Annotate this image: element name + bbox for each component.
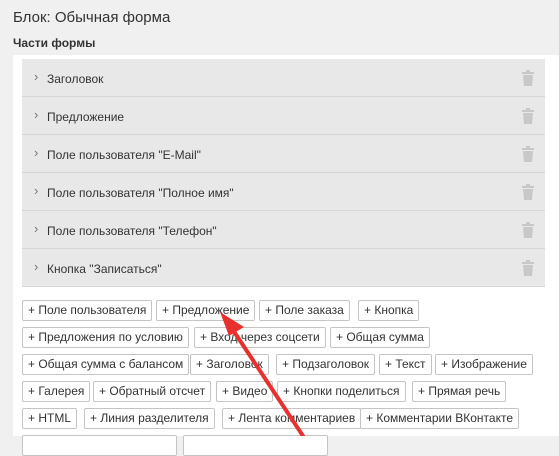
add-text-button[interactable]: + Текст [379, 354, 432, 375]
add-offer-button[interactable]: + Предложение [156, 300, 256, 321]
add-conditional-offers-button[interactable]: + Предложения по условию [22, 327, 189, 348]
chevron-right-icon[interactable]: › [34, 146, 38, 160]
chevron-right-icon[interactable]: › [34, 260, 38, 274]
add-total-sum-button[interactable]: + Общая сумма [330, 327, 430, 348]
form-part-label: Поле пользователя "Полное имя" [47, 186, 234, 200]
add-image-button[interactable]: + Изображение [435, 354, 533, 375]
add-social-login-button[interactable]: + Вход через соцсети [194, 327, 326, 348]
add-part-button[interactable] [22, 435, 177, 456]
form-part-phone[interactable]: › Поле пользователя "Телефон" [22, 211, 545, 249]
add-video-button[interactable]: + Видео [216, 381, 274, 402]
add-countdown-button[interactable]: + Обратный отсчет [93, 381, 212, 402]
chevron-right-icon[interactable]: › [34, 108, 38, 122]
chevron-right-icon[interactable]: › [34, 70, 38, 84]
add-user-field-button[interactable]: + Поле пользователя [22, 300, 153, 321]
form-part-label: Кнопка "Записаться" [47, 262, 162, 276]
add-quote-button[interactable]: + Прямая речь [412, 381, 507, 402]
form-part-full-name[interactable]: › Поле пользователя "Полное имя" [22, 173, 545, 211]
add-gallery-button[interactable]: + Галерея [22, 381, 91, 402]
form-parts-panel: › Заголовок › Предложение › Поле пользов… [13, 55, 559, 456]
chevron-right-icon[interactable]: › [34, 184, 38, 198]
form-part-label: Заголовок [47, 72, 104, 86]
add-heading-button[interactable]: + Заголовок [190, 354, 269, 375]
form-part-offer[interactable]: › Предложение [22, 97, 545, 135]
add-order-field-button[interactable]: + Поле заказа [259, 300, 350, 321]
trash-icon[interactable] [521, 146, 535, 162]
trash-icon[interactable] [521, 222, 535, 238]
trash-icon[interactable] [521, 108, 535, 124]
form-part-title[interactable]: › Заголовок [22, 59, 545, 97]
block-title: Блок: Обычная форма [13, 9, 171, 26]
add-vk-comments-button[interactable]: + Комментарии ВКонтакте [360, 408, 520, 429]
chevron-right-icon[interactable]: › [34, 222, 38, 236]
form-part-signup-button[interactable]: › Кнопка "Записаться" [22, 249, 545, 287]
add-divider-button[interactable]: + Линия разделителя [84, 408, 215, 429]
add-comments-feed-button[interactable]: + Лента комментариев [222, 408, 362, 429]
add-subheading-button[interactable]: + Подзаголовок [276, 354, 376, 375]
trash-icon[interactable] [521, 70, 535, 86]
add-button-button[interactable]: + Кнопка [358, 300, 420, 321]
form-parts-list: › Заголовок › Предложение › Поле пользов… [22, 59, 545, 287]
trash-icon[interactable] [521, 184, 535, 200]
form-part-email[interactable]: › Поле пользователя "E-Mail" [22, 135, 545, 173]
trash-icon[interactable] [521, 260, 535, 276]
add-total-with-balance-button[interactable]: + Общая сумма с балансом [22, 354, 190, 375]
add-part-button[interactable] [183, 435, 328, 456]
form-part-label: Предложение [47, 110, 125, 124]
add-html-button[interactable]: + HTML [22, 408, 78, 429]
form-parts-heading: Части формы [13, 36, 96, 50]
add-share-buttons-button[interactable]: + Кнопки поделиться [277, 381, 406, 402]
form-part-label: Поле пользователя "Телефон" [47, 224, 217, 238]
form-part-label: Поле пользователя "E-Mail" [47, 148, 201, 162]
